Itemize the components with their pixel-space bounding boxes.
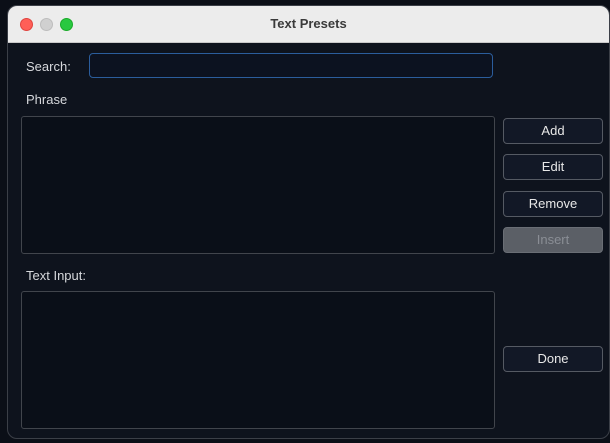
add-button[interactable]: Add [503,118,603,144]
phrase-list[interactable] [21,116,495,254]
window-title: Text Presets [270,16,347,31]
text-input-label: Text Input: [26,268,86,283]
text-input-area[interactable] [21,291,495,429]
phrase-label: Phrase [26,92,68,107]
done-button[interactable]: Done [503,346,603,372]
search-input[interactable] [89,53,493,78]
title-bar[interactable]: Text Presets [8,6,609,43]
remove-button[interactable]: Remove [503,191,603,217]
text-presets-window: Text Presets Search: Phrase Add Edit Rem… [7,5,610,439]
search-label: Search: [26,59,71,74]
edit-button[interactable]: Edit [503,154,603,180]
insert-button: Insert [503,227,603,253]
